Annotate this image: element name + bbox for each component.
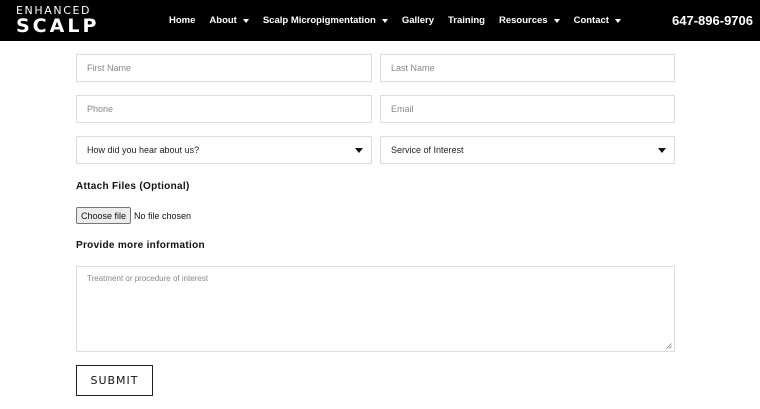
nav-item-label: Scalp Micropigmentation — [262, 15, 376, 26]
header-phone-link[interactable]: 647-896-9706 — [672, 0, 753, 41]
attach-files-label: Attach Files (Optional) — [76, 181, 190, 192]
logo-bottom-text: SCALP — [16, 15, 100, 37]
site-logo[interactable]: ENHANCED SCALP — [16, 5, 106, 37]
caret-down-icon — [553, 18, 560, 23]
choose-file-button[interactable]: Choose file — [76, 207, 132, 224]
nav-item-about[interactable]: About — [209, 15, 249, 26]
page: ENHANCED SCALP Home About Scalp Micropig… — [0, 0, 760, 409]
nav-item-label: Gallery — [401, 15, 435, 26]
file-status-text: No file chosen — [134, 210, 192, 221]
nav-item-label: About — [209, 15, 237, 26]
caret-down-icon — [381, 18, 388, 23]
nav-item-label: Resources — [498, 15, 548, 26]
first-name-field[interactable]: First Name — [76, 54, 372, 82]
caret-down-icon — [242, 18, 249, 23]
submit-button[interactable]: SUBMIT — [76, 365, 153, 396]
hear-about-us-value: How did you hear about us? — [87, 145, 200, 155]
email-placeholder: Email — [391, 104, 414, 114]
caret-down-icon — [614, 18, 621, 23]
service-of-interest-select[interactable]: Service of Interest — [380, 136, 675, 164]
caret-down-icon — [355, 148, 363, 153]
file-upload: Choose file No file chosen — [76, 207, 191, 224]
first-name-placeholder: First Name — [87, 63, 132, 73]
more-info-label: Provide more information — [76, 240, 205, 251]
email-field[interactable]: Email — [380, 95, 675, 123]
nav-item-scalp-micropigmentation[interactable]: Scalp Micropigmentation — [263, 15, 388, 26]
textarea-placeholder: Treatment or procedure of interest — [87, 274, 209, 283]
nav-item-gallery[interactable]: Gallery — [402, 15, 434, 26]
hear-about-us-select[interactable]: How did you hear about us? — [76, 136, 372, 164]
phone-placeholder: Phone — [87, 104, 114, 114]
nav-item-label: Training — [448, 15, 485, 26]
phone-field[interactable]: Phone — [76, 95, 372, 123]
nav-item-home[interactable]: Home — [169, 15, 195, 26]
last-name-placeholder: Last Name — [391, 63, 435, 73]
site-header: ENHANCED SCALP Home About Scalp Micropig… — [0, 0, 760, 41]
main-nav: Home About Scalp Micropigmentation Galle… — [169, 0, 635, 41]
nav-item-resources[interactable]: Resources — [499, 15, 560, 26]
nav-item-label: Home — [169, 15, 196, 26]
resize-handle-icon[interactable] — [666, 343, 672, 349]
nav-item-contact[interactable]: Contact — [574, 15, 621, 26]
last-name-field[interactable]: Last Name — [380, 54, 675, 82]
nav-item-training[interactable]: Training — [448, 15, 485, 26]
service-of-interest-value: Service of Interest — [391, 145, 464, 155]
more-info-textarea[interactable]: Treatment or procedure of interest — [76, 266, 675, 352]
nav-item-label: Contact — [573, 15, 609, 26]
caret-down-icon — [658, 148, 666, 153]
